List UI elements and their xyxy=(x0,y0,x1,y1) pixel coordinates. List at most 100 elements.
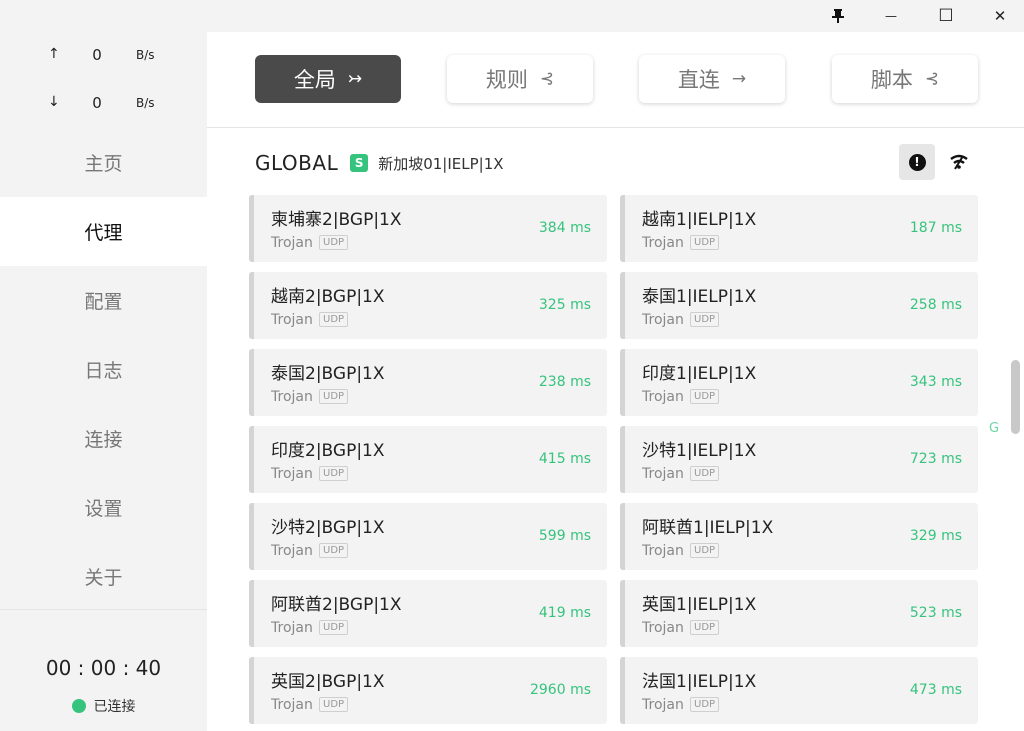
proxy-card[interactable]: 印度1|IELP|1X Trojan UDP 343 ms xyxy=(620,349,978,416)
sidebar-item-label: 代理 xyxy=(84,222,123,244)
group-selected-proxy: 新加坡01|IELP|1X xyxy=(378,154,504,173)
proxy-udp-tag: UDP xyxy=(690,543,720,558)
proxy-type: Trojan xyxy=(271,466,313,482)
proxy-udp-tag: UDP xyxy=(319,235,349,250)
mode-rule-label: 规则 xyxy=(485,68,528,92)
sidebar-item-connections[interactable]: 连接 xyxy=(0,404,207,473)
proxy-type: Trojan xyxy=(642,312,684,328)
wifi-icon xyxy=(950,154,968,170)
split-icon: ⊰ xyxy=(539,69,555,89)
mode-global-label: 全局 xyxy=(293,68,336,92)
scrollbar[interactable] xyxy=(1011,360,1020,434)
proxy-delay: 187 ms xyxy=(909,220,962,236)
proxy-type: Trojan xyxy=(271,620,313,636)
sidebar-item-label: 设置 xyxy=(84,498,123,520)
proxy-delay: 258 ms xyxy=(909,297,962,313)
maximize-icon: ☐ xyxy=(938,6,954,26)
connection-status-label: 已连接 xyxy=(93,699,136,715)
proxy-type: Trojan xyxy=(642,697,684,713)
arrow-right-icon: → xyxy=(731,69,747,89)
proxy-name: 泰国1|IELP|1X xyxy=(642,287,757,307)
upload-value: 0 xyxy=(92,46,102,64)
proxy-name: 沙特2|BGP|1X xyxy=(271,518,385,538)
minimize-icon: — xyxy=(885,9,897,23)
proxy-card[interactable]: 越南2|BGP|1X Trojan UDP 325 ms xyxy=(249,272,607,339)
test-latency-button[interactable] xyxy=(941,144,977,180)
traffic-panel: ↑ 0 B/s ↓ 0 B/s xyxy=(0,32,207,128)
close-button[interactable]: ✕ xyxy=(974,0,1024,32)
upload-unit: B/s xyxy=(136,48,155,62)
proxy-delay: 2960 ms xyxy=(529,682,591,698)
alert-icon: ! xyxy=(908,153,926,171)
proxy-name: 柬埔寨2|BGP|1X xyxy=(271,210,402,230)
proxy-card[interactable]: 沙特1|IELP|1X Trojan UDP 723 ms xyxy=(620,426,978,493)
proxy-type: Trojan xyxy=(271,389,313,405)
mode-direct-button[interactable]: 直连 → xyxy=(639,55,785,103)
connection-timer: 00 : 00 : 40 xyxy=(45,656,162,680)
mode-global-button[interactable]: 全局 ↣ xyxy=(255,55,401,103)
group-name: GLOBAL xyxy=(255,151,339,175)
proxy-type: Trojan xyxy=(271,697,313,713)
proxy-name: 印度2|BGP|1X xyxy=(271,441,385,461)
proxy-type: Trojan xyxy=(642,235,684,251)
proxy-card[interactable]: 法国1|IELP|1X Trojan UDP 473 ms xyxy=(620,657,978,724)
proxy-name: 越南1|IELP|1X xyxy=(642,210,757,230)
proxy-card[interactable]: 印度2|BGP|1X Trojan UDP 415 ms xyxy=(249,426,607,493)
proxy-delay: 325 ms xyxy=(538,297,591,313)
proxy-delay: 384 ms xyxy=(538,220,591,236)
upload-speed: ↑ 0 B/s xyxy=(0,46,207,66)
check-delay-button[interactable]: ! xyxy=(899,144,935,180)
proxy-udp-tag: UDP xyxy=(319,620,349,635)
proxy-group-header[interactable]: GLOBAL S 新加坡01|IELP|1X xyxy=(255,148,975,178)
sidebar-item-settings[interactable]: 设置 xyxy=(0,473,207,542)
sidebar-item-logs[interactable]: 日志 xyxy=(0,335,207,404)
proxy-delay: 238 ms xyxy=(538,374,591,390)
sidebar-item-label: 关于 xyxy=(84,567,123,589)
proxy-name: 英国1|IELP|1X xyxy=(642,595,757,615)
status-dot-icon xyxy=(71,699,86,713)
proxy-card[interactable]: 英国2|BGP|1X Trojan UDP 2960 ms xyxy=(249,657,607,724)
sidebar-item-proxy[interactable]: 代理 xyxy=(0,197,207,266)
proxy-name: 法国1|IELP|1X xyxy=(642,672,757,692)
proxy-delay: 415 ms xyxy=(538,451,591,467)
mode-rule-button[interactable]: 规则 ⊰ xyxy=(447,55,593,103)
proxy-udp-tag: UDP xyxy=(690,466,720,481)
proxy-name: 印度1|IELP|1X xyxy=(642,364,757,384)
sidebar-item-home[interactable]: 主页 xyxy=(0,128,207,197)
upload-arrow-icon: ↑ xyxy=(48,46,60,62)
sidebar: ↑ 0 B/s ↓ 0 B/s 主页 代理 配置 日志 连接 设置 关于 00 … xyxy=(0,32,207,731)
proxy-card[interactable]: 阿联酋1|IELP|1X Trojan UDP 329 ms xyxy=(620,503,978,570)
proxy-card[interactable]: 英国1|IELP|1X Trojan UDP 523 ms xyxy=(620,580,978,647)
proxy-type: Trojan xyxy=(642,620,684,636)
sidebar-footer: 00 : 00 : 40 已连接 xyxy=(0,609,207,731)
sidebar-item-label: 配置 xyxy=(84,291,123,313)
proxy-type: Trojan xyxy=(271,312,313,328)
proxy-name: 泰国2|BGP|1X xyxy=(271,364,385,384)
sidebar-item-about[interactable]: 关于 xyxy=(0,542,207,611)
scroll-index-letter[interactable]: G xyxy=(989,421,999,436)
proxy-name: 阿联酋1|IELP|1X xyxy=(642,518,774,538)
proxy-card[interactable]: 越南1|IELP|1X Trojan UDP 187 ms xyxy=(620,195,978,262)
title-bar: — ☐ ✕ xyxy=(0,0,1024,32)
proxy-type: Trojan xyxy=(271,543,313,559)
proxy-card[interactable]: 阿联酋2|BGP|1X Trojan UDP 419 ms xyxy=(249,580,607,647)
sidebar-item-label: 日志 xyxy=(84,360,123,382)
pin-button[interactable] xyxy=(812,0,864,32)
proxy-card[interactable]: 柬埔寨2|BGP|1X Trojan UDP 384 ms xyxy=(249,195,607,262)
connection-status: 已连接 xyxy=(0,696,207,716)
proxy-udp-tag: UDP xyxy=(319,389,349,404)
maximize-button[interactable]: ☐ xyxy=(920,0,972,32)
proxy-type: Trojan xyxy=(642,466,684,482)
sidebar-item-profiles[interactable]: 配置 xyxy=(0,266,207,335)
minimize-button[interactable]: — xyxy=(865,0,917,32)
proxy-udp-tag: UDP xyxy=(319,312,349,327)
mode-script-button[interactable]: 脚本 ⊰ xyxy=(832,55,978,103)
proxy-udp-tag: UDP xyxy=(690,235,720,250)
download-unit: B/s xyxy=(136,96,155,110)
mode-script-label: 脚本 xyxy=(870,68,913,92)
group-type-badge: S xyxy=(350,154,369,172)
proxy-card[interactable]: 泰国1|IELP|1X Trojan UDP 258 ms xyxy=(620,272,978,339)
proxy-udp-tag: UDP xyxy=(690,620,720,635)
proxy-card[interactable]: 泰国2|BGP|1X Trojan UDP 238 ms xyxy=(249,349,607,416)
proxy-card[interactable]: 沙特2|BGP|1X Trojan UDP 599 ms xyxy=(249,503,607,570)
